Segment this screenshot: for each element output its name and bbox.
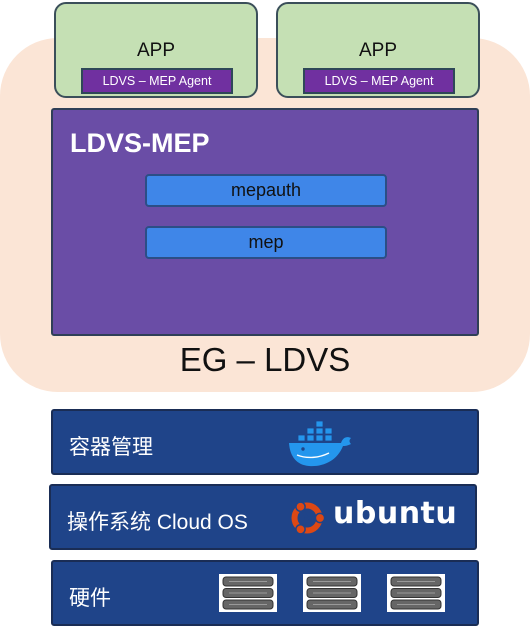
ldvs-mep-box: LDVS-MEP mepauth mep [51, 108, 479, 336]
layer-container-management: 容器管理 [51, 409, 479, 475]
app-box-2: APP LDVS – MEP Agent [276, 2, 480, 98]
server-rack-icon [387, 574, 445, 612]
service-mep: mep [145, 226, 387, 259]
service-mepauth: mepauth [145, 174, 387, 207]
layer-label: 容器管理 [69, 436, 153, 459]
layer-operating-system: 操作系统 Cloud OS ubuntu [49, 484, 477, 550]
ubuntu-logo-icon [291, 501, 326, 535]
server-rack-icon [219, 574, 277, 612]
eg-ldvs-label: EG – LDVS [179, 341, 351, 378]
ubuntu-logo-text: ubuntu [333, 496, 458, 531]
mep-agent-box: LDVS – MEP Agent [303, 68, 455, 94]
app-box-1: APP LDVS – MEP Agent [54, 2, 258, 98]
layer-label: 操作系统 Cloud OS [67, 511, 248, 534]
mep-agent-box: LDVS – MEP Agent [81, 68, 233, 94]
app-title: APP [358, 40, 398, 61]
docker-whale-icon [289, 420, 351, 467]
mep-title: LDVS-MEP [70, 128, 210, 158]
layer-label: 硬件 [69, 587, 111, 610]
app-title: APP [136, 40, 176, 61]
layer-hardware: 硬件 [51, 560, 479, 626]
server-rack-icon [303, 574, 361, 612]
